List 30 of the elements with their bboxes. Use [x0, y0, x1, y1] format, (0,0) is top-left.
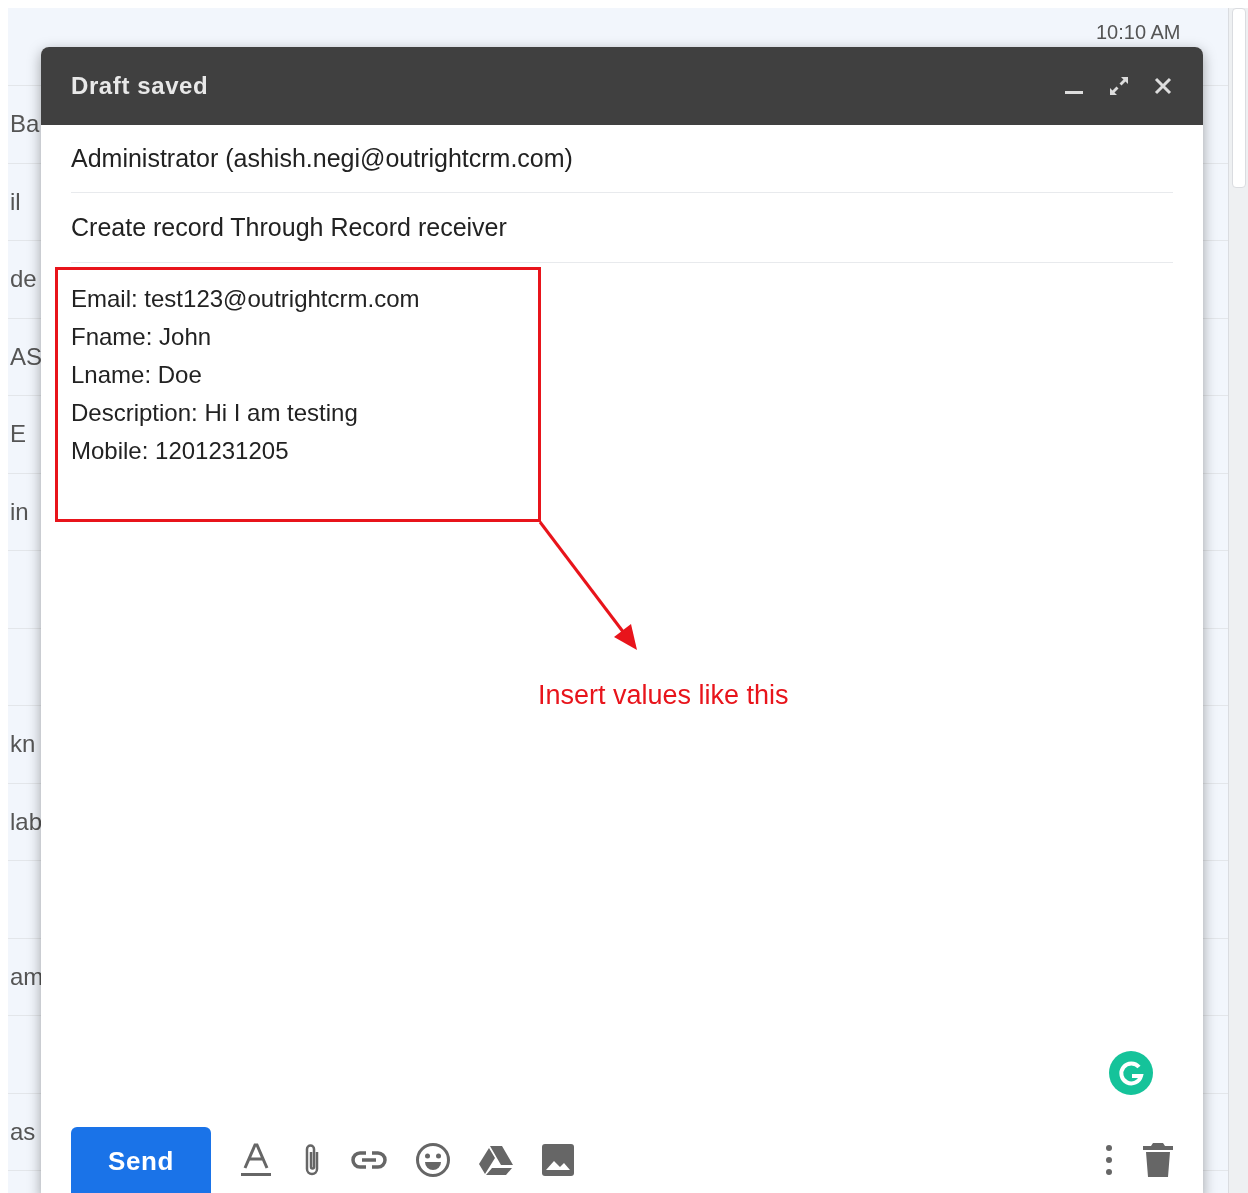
- image-icon[interactable]: [541, 1143, 575, 1177]
- more-options-icon[interactable]: [1105, 1144, 1113, 1176]
- expand-icon[interactable]: [1107, 74, 1131, 98]
- email-row-text: E: [10, 419, 26, 450]
- close-icon[interactable]: [1153, 76, 1173, 96]
- body-line: Lname: Doe: [71, 361, 203, 389]
- email-row-text: kn: [10, 729, 36, 760]
- email-row-text: Ba: [10, 109, 40, 140]
- recipient-field[interactable]: Administrator (ashish.negi@outrightcrm.com): [71, 139, 573, 178]
- email-row-text: AS: [10, 341, 42, 372]
- body-line: Email: test123@outrightcrm.com: [71, 285, 420, 313]
- scrollbar[interactable]: [1228, 8, 1248, 1193]
- link-icon[interactable]: [351, 1149, 387, 1171]
- text-format-icon[interactable]: [239, 1142, 273, 1178]
- email-row-text: il: [10, 186, 21, 217]
- body-line: Mobile: 1201231205: [71, 437, 290, 465]
- trash-icon[interactable]: [1143, 1143, 1173, 1177]
- body-line: Fname: John: [71, 323, 213, 351]
- send-button[interactable]: Send: [71, 1127, 211, 1193]
- email-row-text: as: [10, 1116, 36, 1147]
- timestamp: 10:10 AM: [1096, 20, 1181, 44]
- email-row-text: de: [10, 264, 37, 295]
- body-line: Description: Hi I am testing: [71, 399, 359, 427]
- email-row-text: lab: [10, 806, 43, 837]
- window-title: Draft saved: [71, 71, 209, 101]
- drive-icon[interactable]: [479, 1145, 513, 1175]
- emoji-icon[interactable]: [415, 1142, 451, 1178]
- annotation-text: Insert values like this: [538, 679, 789, 712]
- subject-field[interactable]: Create record Through Record receiver: [71, 208, 507, 247]
- email-row-text: in: [10, 496, 29, 527]
